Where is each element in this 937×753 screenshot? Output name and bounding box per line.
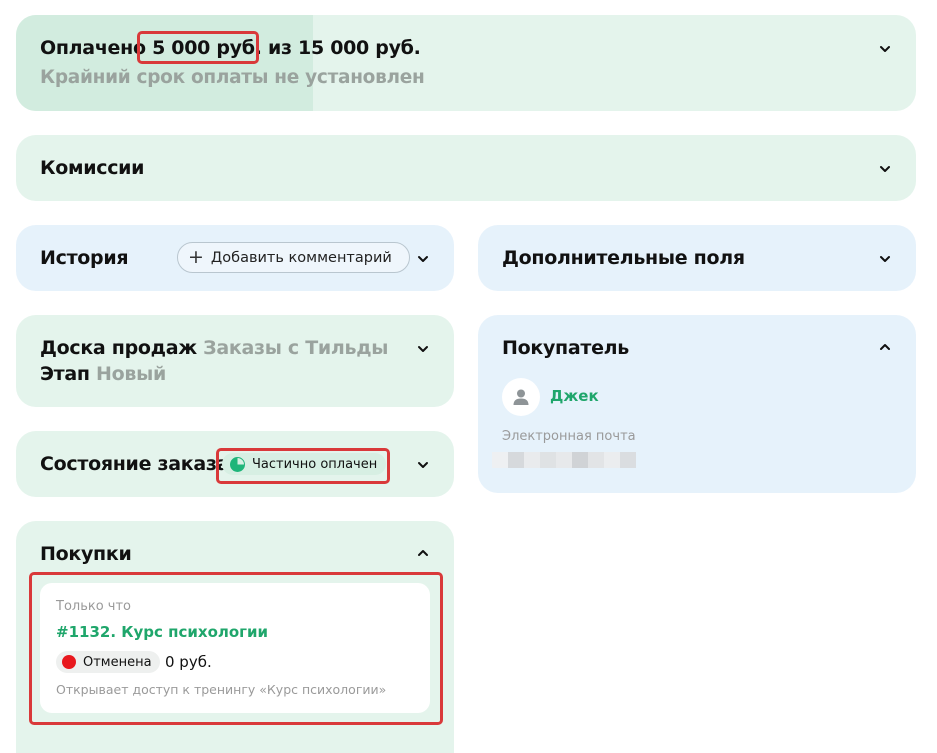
email-value-blurred [492, 452, 636, 468]
sales-board-label: Доска продаж [40, 337, 197, 359]
history-title: История [40, 247, 129, 269]
chevron-down-icon[interactable] [878, 162, 892, 176]
chevron-down-icon[interactable] [416, 342, 430, 356]
buyer-title: Покупатель [502, 337, 630, 359]
payment-prefix: Оплачено [40, 37, 146, 59]
commissions-title: Комиссии [40, 157, 145, 179]
avatar[interactable] [502, 378, 540, 416]
sales-board-card[interactable]: Доска продаж Заказы с Тильды Этап Новый [16, 315, 454, 407]
sales-stage-value: Новый [96, 363, 167, 385]
sales-board-value: Заказы с Тильды [203, 337, 389, 359]
highlight-purchase [29, 572, 443, 725]
order-state-title: Состояние заказа [40, 453, 230, 475]
chevron-down-icon[interactable] [878, 252, 892, 266]
buyer-card[interactable]: Покупатель Джек Электронная почта [478, 315, 916, 493]
add-comment-button[interactable]: + Добавить комментарий [177, 242, 410, 273]
chevron-down-icon[interactable] [416, 458, 430, 472]
chevron-down-icon[interactable] [878, 42, 892, 56]
user-icon [513, 389, 529, 405]
chevron-up-icon[interactable] [416, 546, 430, 560]
plus-icon: + [188, 246, 204, 268]
payment-deadline: Крайний срок оплаты не установлен [40, 67, 425, 88]
history-card[interactable]: История + Добавить комментарий [16, 225, 454, 291]
email-label: Электронная почта [502, 429, 636, 444]
chevron-down-icon[interactable] [416, 252, 430, 266]
chevron-up-icon[interactable] [878, 340, 892, 354]
highlight-status [216, 448, 390, 484]
extra-fields-card[interactable]: Дополнительные поля [478, 225, 916, 291]
buyer-name-link[interactable]: Джек [550, 387, 599, 405]
sales-stage-line: Этап Новый [40, 363, 166, 385]
add-comment-label: Добавить комментарий [210, 249, 392, 266]
highlight-paid-amount [137, 31, 259, 64]
payment-total: из 15 000 руб. [267, 37, 421, 59]
commissions-card[interactable]: Комиссии [16, 135, 916, 201]
sales-stage-label: Этап [40, 363, 90, 385]
sales-board-line: Доска продаж Заказы с Тильды [40, 337, 388, 359]
purchases-title: Покупки [40, 543, 132, 565]
extra-fields-title: Дополнительные поля [502, 247, 745, 269]
